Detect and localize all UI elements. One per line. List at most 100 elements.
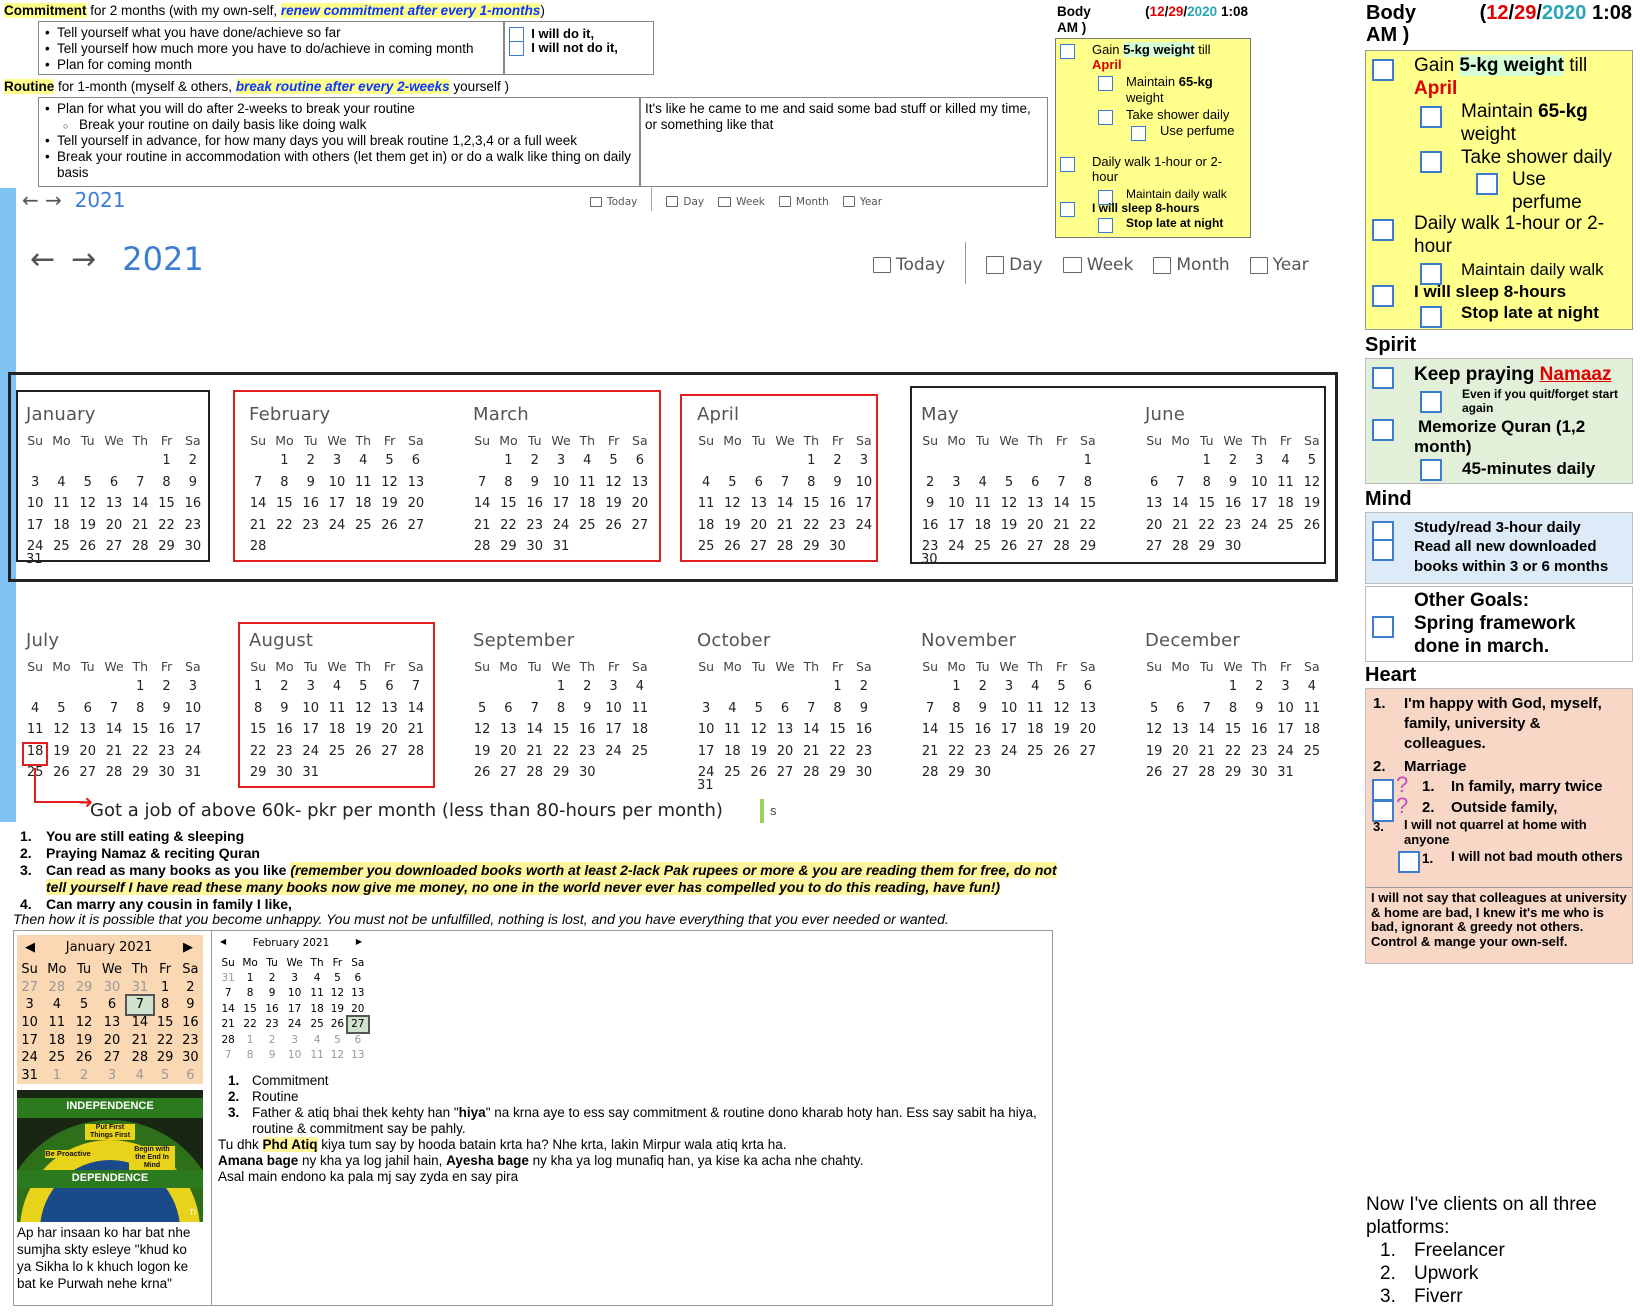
calendar-day[interactable]: 27 [376,741,402,763]
calendar-day[interactable]: 29 [127,762,153,784]
calendar-day[interactable]: 14 [245,493,271,515]
mini-day[interactable]: 3 [282,970,307,985]
calendar-day[interactable]: 1 [271,450,297,472]
calendar-day[interactable]: 26 [48,762,74,784]
calendar-day[interactable]: 11 [48,493,74,515]
calendar-day[interactable]: 7 [798,698,824,720]
small-day-button[interactable]: Day [666,192,704,211]
calendar-day[interactable]: 20 [495,741,521,763]
calendar-day[interactable]: 9 [298,472,324,494]
body-checkbox[interactable] [1098,76,1113,92]
mini-day[interactable]: 3 [17,996,42,1014]
mini-day[interactable]: 11 [307,1047,327,1062]
calendar-day[interactable]: 4 [1299,676,1325,698]
calendar-day[interactable]: 13 [1022,493,1048,515]
small-year-button[interactable]: Year [842,192,882,211]
calendar-day[interactable]: 27 [495,762,521,784]
calendar-day[interactable]: 12 [1141,719,1167,741]
calendar-day[interactable]: 11 [1272,472,1298,494]
body-checkbox[interactable] [1098,110,1113,126]
calendar-day[interactable]: 15 [153,493,179,515]
calendar-day[interactable]: 20 [772,741,798,763]
calendar-day[interactable]: 21 [1048,515,1074,537]
calendar-day[interactable]: 15 [1194,493,1220,515]
calendar-day[interactable]: 9 [1220,472,1246,494]
mini-day[interactable]: 28 [218,1032,238,1047]
mini-day[interactable]: 29 [153,1049,178,1067]
mini-day[interactable]: 13 [348,986,368,1001]
calendar-day[interactable]: 10 [693,719,719,741]
calendar-day[interactable]: 10 [548,472,574,494]
calendar-day[interactable]: 27 [627,515,653,537]
calendar-day[interactable]: 10 [600,698,626,720]
calendar-day[interactable]: 19 [376,493,402,515]
calendar-day[interactable]: 17 [1246,493,1272,515]
calendar-day[interactable]: 23 [574,741,600,763]
calendar-day[interactable]: 10 [298,698,324,720]
calendar-day[interactable]: 18 [574,493,600,515]
calendar-day[interactable]: 21 [101,741,127,763]
calendar-day[interactable]: 3 [1246,450,1272,472]
body-checkbox[interactable] [1060,44,1075,60]
spirit-checkbox[interactable] [1420,459,1442,481]
calendar-day[interactable]: 5 [1141,698,1167,720]
mini-day[interactable]: 9 [262,1047,282,1062]
mini-day[interactable]: 2 [178,979,203,997]
calendar-day[interactable]: 13 [75,719,101,741]
calendar-day[interactable]: 8 [1220,698,1246,720]
mini-day[interactable]: 3 [97,1067,128,1085]
calendar-day[interactable]: 16 [574,719,600,741]
calendar-day[interactable]: 31 [548,536,574,558]
calendar-day[interactable]: 3 [1272,676,1298,698]
calendar-day[interactable]: 28 [127,536,153,558]
calendar-day[interactable]: 11 [324,698,350,720]
mini-day[interactable]: 25 [307,1017,327,1032]
calendar-day[interactable]: 4 [1272,450,1298,472]
calendar-day[interactable]: 4 [22,698,48,720]
mini-day[interactable]: 7 [218,986,238,1001]
calendar-day[interactable]: 30 [271,762,297,784]
calendar-day[interactable]: 7 [245,472,271,494]
calendar-day[interactable]: 16 [153,719,179,741]
calendar-day[interactable]: 2 [1220,450,1246,472]
calendar-day[interactable]: 25 [574,515,600,537]
spirit-checkbox[interactable] [1372,367,1394,389]
calendar-day[interactable]: 11 [574,472,600,494]
mini-prev-icon[interactable]: ◀ [25,940,35,955]
calendar-day[interactable]: 24 [1272,741,1298,763]
calendar-day[interactable]: 9 [522,472,548,494]
calendar-day[interactable]: 7 [1048,472,1074,494]
calendar-day[interactable]: 21 [917,741,943,763]
mini-day[interactable]: 19 [327,1001,347,1016]
calendar-day[interactable]: 12 [1299,472,1325,494]
calendar-day[interactable]: 18 [350,493,376,515]
calendar-day[interactable]: 1 [495,450,521,472]
mini-day[interactable]: 24 [17,1049,42,1067]
week-button[interactable]: Week [1062,255,1133,275]
calendar-day[interactable]: 12 [719,493,745,515]
calendar-day[interactable]: 10 [324,472,350,494]
calendar-day[interactable]: 22 [271,515,297,537]
mini-day[interactable]: 8 [238,1047,262,1062]
calendar-day[interactable]: 3 [324,450,350,472]
calendar-day[interactable]: 10 [996,698,1022,720]
calendar-day[interactable]: 13 [376,698,402,720]
calendar-day[interactable]: 21 [1167,515,1193,537]
calendar-day[interactable]: 8 [943,698,969,720]
calendar-day[interactable]: 3 [298,676,324,698]
calendar-day[interactable]: 18 [627,719,653,741]
mini-day[interactable]: 5 [153,1067,178,1085]
calendar-day[interactable]: 4 [627,676,653,698]
calendar-day[interactable]: 13 [495,719,521,741]
calendar-day[interactable]: 23 [298,515,324,537]
day-button[interactable]: Day [986,255,1043,275]
mini-day[interactable]: 12 [327,986,347,1001]
calendar-day[interactable]: 28 [1048,536,1074,558]
calendar-day[interactable]: 18 [693,515,719,537]
calendar-day[interactable]: 20 [1075,719,1101,741]
calendar-day[interactable]: 7 [403,676,429,698]
mini-prev-icon[interactable]: ◀ [220,937,226,949]
calendar-day[interactable]: 6 [1141,472,1167,494]
calendar-day[interactable]: 18 [324,719,350,741]
calendar-day[interactable]: 9 [180,472,206,494]
